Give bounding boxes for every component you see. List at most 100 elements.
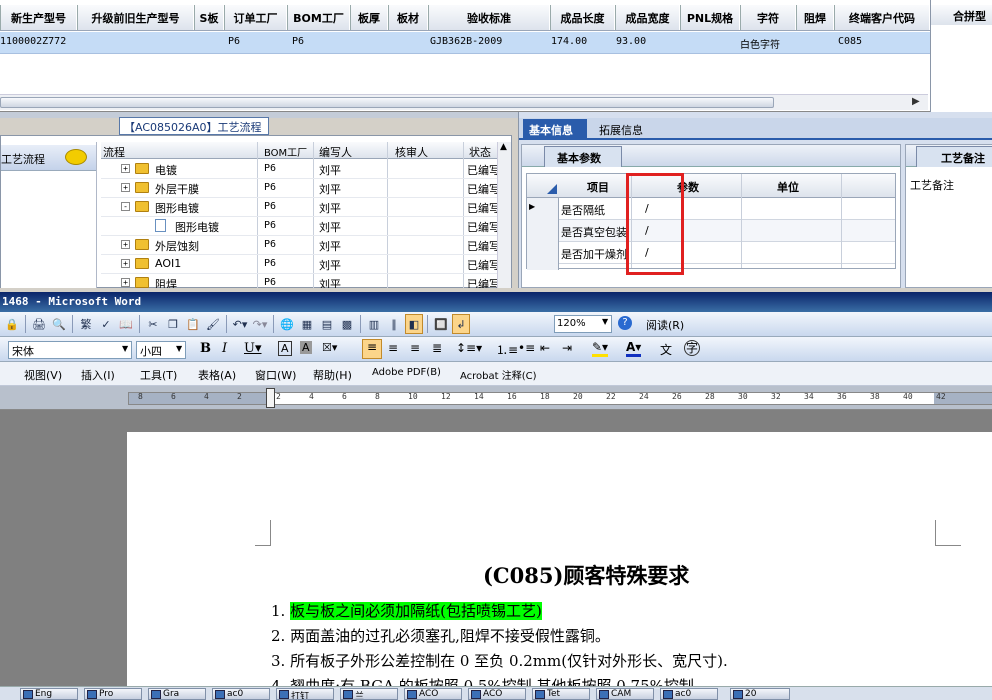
taskbar-button[interactable]: CAM bbox=[596, 688, 654, 700]
select-all-icon[interactable] bbox=[547, 184, 557, 194]
menu-acrobat[interactable]: Acrobat 注释(C) bbox=[460, 367, 537, 382]
char-shading-icon[interactable]: A bbox=[300, 341, 312, 354]
param-row[interactable]: 是否加干燥剂 / bbox=[559, 242, 895, 264]
param-row[interactable]: 是否真空包装 / bbox=[559, 220, 895, 242]
col-reviewer[interactable]: 核审人 bbox=[395, 144, 428, 160]
col-header[interactable]: 阻焊 bbox=[796, 5, 834, 30]
bold-icon[interactable]: B bbox=[200, 341, 211, 356]
underline-icon[interactable]: U▾ bbox=[244, 341, 261, 356]
menu-tools[interactable]: 工具(T) bbox=[140, 367, 177, 383]
col-status[interactable]: 状态 bbox=[469, 144, 491, 160]
char-scale-icon[interactable]: ☒▾ bbox=[322, 341, 337, 354]
ruler[interactable]: 8 6 4 2 2 4 6 8 10 12 14 16 18 20 22 24 26 28 30 32 34 36 38 40… bbox=[0, 386, 992, 410]
expand-toggle-icon[interactable]: + bbox=[121, 164, 130, 173]
expand-toggle-icon[interactable]: + bbox=[121, 183, 130, 192]
process-row[interactable]: + 阻焊 P6 刘平 已编写 bbox=[101, 274, 497, 288]
document-page[interactable]: (C085)顾客特殊要求 1. 板与板之间必须加隔纸(包括喷锡工艺) 2. 两面… bbox=[127, 432, 992, 688]
col-header[interactable]: 板材 bbox=[388, 5, 428, 30]
table-row[interactable]: 1100002Z772 P6 P6 GJB362B-2009 174.00 93… bbox=[0, 32, 930, 54]
char-border-icon[interactable]: A bbox=[278, 341, 292, 356]
col-header[interactable]: PNL规格 bbox=[680, 5, 740, 30]
process-row[interactable]: + 外层干膜 P6 刘平 已编写 bbox=[101, 179, 497, 198]
document-map-icon[interactable]: ◧ bbox=[405, 314, 423, 334]
line-spacing-icon[interactable]: ↕≡▾ bbox=[456, 341, 482, 355]
undo-icon[interactable]: ↶▾ bbox=[231, 314, 249, 334]
col-writer[interactable]: 编写人 bbox=[319, 144, 352, 160]
col-header[interactable]: 验收标准 bbox=[428, 5, 550, 30]
col-header[interactable]: 成品宽度 bbox=[615, 5, 680, 30]
enclose-char-icon[interactable]: 字 bbox=[684, 340, 700, 356]
align-left-icon[interactable]: ≡ bbox=[362, 339, 382, 359]
taskbar-button[interactable]: Pro bbox=[84, 688, 142, 700]
taskbar-button[interactable]: 兰 bbox=[340, 688, 398, 700]
taskbar-button[interactable]: ACO bbox=[468, 688, 526, 700]
tab-basic-info[interactable]: 基本信息 bbox=[523, 119, 587, 140]
align-right-icon[interactable]: ≡ bbox=[410, 341, 420, 355]
col-unit[interactable]: 单位 bbox=[777, 179, 799, 195]
font-color-icon[interactable]: A▾ bbox=[626, 340, 642, 357]
horizontal-scrollbar[interactable]: ▶ bbox=[0, 94, 928, 110]
col-header[interactable]: 字符 bbox=[740, 5, 796, 30]
expand-toggle-icon[interactable]: + bbox=[121, 240, 130, 249]
taskbar-button[interactable]: ac0 bbox=[660, 688, 718, 700]
taskbar-button[interactable]: Gra bbox=[148, 688, 206, 700]
print-icon[interactable]: 🖨 bbox=[30, 314, 48, 334]
convert-icon[interactable]: 繁 bbox=[77, 314, 95, 334]
expand-toggle-icon[interactable]: + bbox=[121, 259, 130, 268]
indent-marker-icon[interactable] bbox=[266, 388, 275, 408]
insert-table-icon[interactable]: ▤ bbox=[318, 314, 336, 334]
taskbar-button[interactable]: Eng bbox=[20, 688, 78, 700]
taskbar-button[interactable]: 打钉 bbox=[276, 688, 334, 700]
italic-icon[interactable]: I bbox=[222, 341, 227, 356]
process-row[interactable]: + 电镀 P6 刘平 已编写 bbox=[101, 160, 497, 179]
vertical-scrollbar[interactable]: ▲ bbox=[497, 142, 511, 288]
justify-icon[interactable]: ≣ bbox=[432, 341, 442, 355]
font-dropdown-icon[interactable]: ▼ bbox=[122, 344, 128, 353]
font-name-select[interactable]: 宋体 bbox=[8, 341, 132, 359]
col-item[interactable]: 项目 bbox=[587, 179, 609, 195]
cut-icon[interactable]: ✂ bbox=[144, 314, 162, 334]
spelling-icon[interactable]: ✓ bbox=[97, 314, 115, 334]
taskbar-button[interactable]: ac0 bbox=[212, 688, 270, 700]
research-icon[interactable]: 📖 bbox=[117, 314, 135, 334]
size-dropdown-icon[interactable]: ▼ bbox=[176, 344, 182, 353]
col-header[interactable]: 成品长度 bbox=[550, 5, 615, 30]
drawing-icon[interactable]: ∥ bbox=[385, 314, 403, 334]
tab-basic-params[interactable]: 基本参数 bbox=[544, 146, 622, 167]
increase-indent-icon[interactable]: ⇥ bbox=[562, 341, 572, 355]
scroll-up-icon[interactable]: ▲ bbox=[500, 142, 507, 152]
process-row[interactable]: + AOI1 P6 刘平 已编写 bbox=[101, 255, 497, 274]
col-header[interactable]: 新生产型号 bbox=[0, 5, 77, 30]
col-header[interactable]: BOM工厂 bbox=[287, 5, 350, 30]
tables-borders-icon[interactable]: ▦ bbox=[298, 314, 316, 334]
highlight-icon[interactable]: ✎▾ bbox=[592, 340, 609, 357]
hyperlink-icon[interactable]: 🌐 bbox=[278, 314, 296, 334]
menu-insert[interactable]: 插入(I) bbox=[81, 367, 115, 383]
zoom-dropdown-icon[interactable]: ▼ bbox=[602, 317, 608, 326]
col-header[interactable]: S板 bbox=[194, 5, 224, 30]
paragraph-mark-icon[interactable]: ↲ bbox=[452, 314, 470, 334]
paste-icon[interactable]: 📋 bbox=[184, 314, 202, 334]
copy-icon[interactable]: ❐ bbox=[164, 314, 182, 334]
menu-table[interactable]: 表格(A) bbox=[198, 367, 236, 383]
col-header[interactable]: 升级前旧生产型号 bbox=[77, 5, 194, 30]
col-header[interactable]: 终端客户代码 bbox=[834, 5, 930, 30]
format-painter-icon[interactable]: 🖌 bbox=[204, 314, 222, 334]
param-row[interactable]: 是否隔纸 / bbox=[559, 198, 895, 220]
tab-extended-info[interactable]: 拓展信息 bbox=[593, 119, 657, 140]
col-header[interactable]: 板厚 bbox=[350, 5, 388, 30]
menu-help[interactable]: 帮助(H) bbox=[313, 367, 352, 383]
insert-excel-icon[interactable]: ▩ bbox=[338, 314, 356, 334]
bullets-icon[interactable]: •≡ bbox=[518, 341, 535, 355]
phonetic-icon[interactable]: 文 bbox=[660, 341, 672, 358]
col-flow[interactable]: 流程 bbox=[103, 144, 125, 160]
menu-window[interactable]: 窗口(W) bbox=[255, 367, 296, 383]
reading-mode-button[interactable]: 阅读(R) bbox=[646, 317, 684, 333]
permission-icon[interactable]: 🔒 bbox=[3, 314, 21, 334]
tab-process-notes[interactable]: 工艺备注 bbox=[916, 146, 992, 167]
redo-icon[interactable]: ↷▾ bbox=[251, 314, 269, 334]
taskbar-button[interactable]: Tet bbox=[532, 688, 590, 700]
process-row[interactable]: + 外层蚀刻 P6 刘平 已编写 bbox=[101, 236, 497, 255]
taskbar-button[interactable]: ACO bbox=[404, 688, 462, 700]
help-icon[interactable]: ? bbox=[618, 316, 632, 330]
